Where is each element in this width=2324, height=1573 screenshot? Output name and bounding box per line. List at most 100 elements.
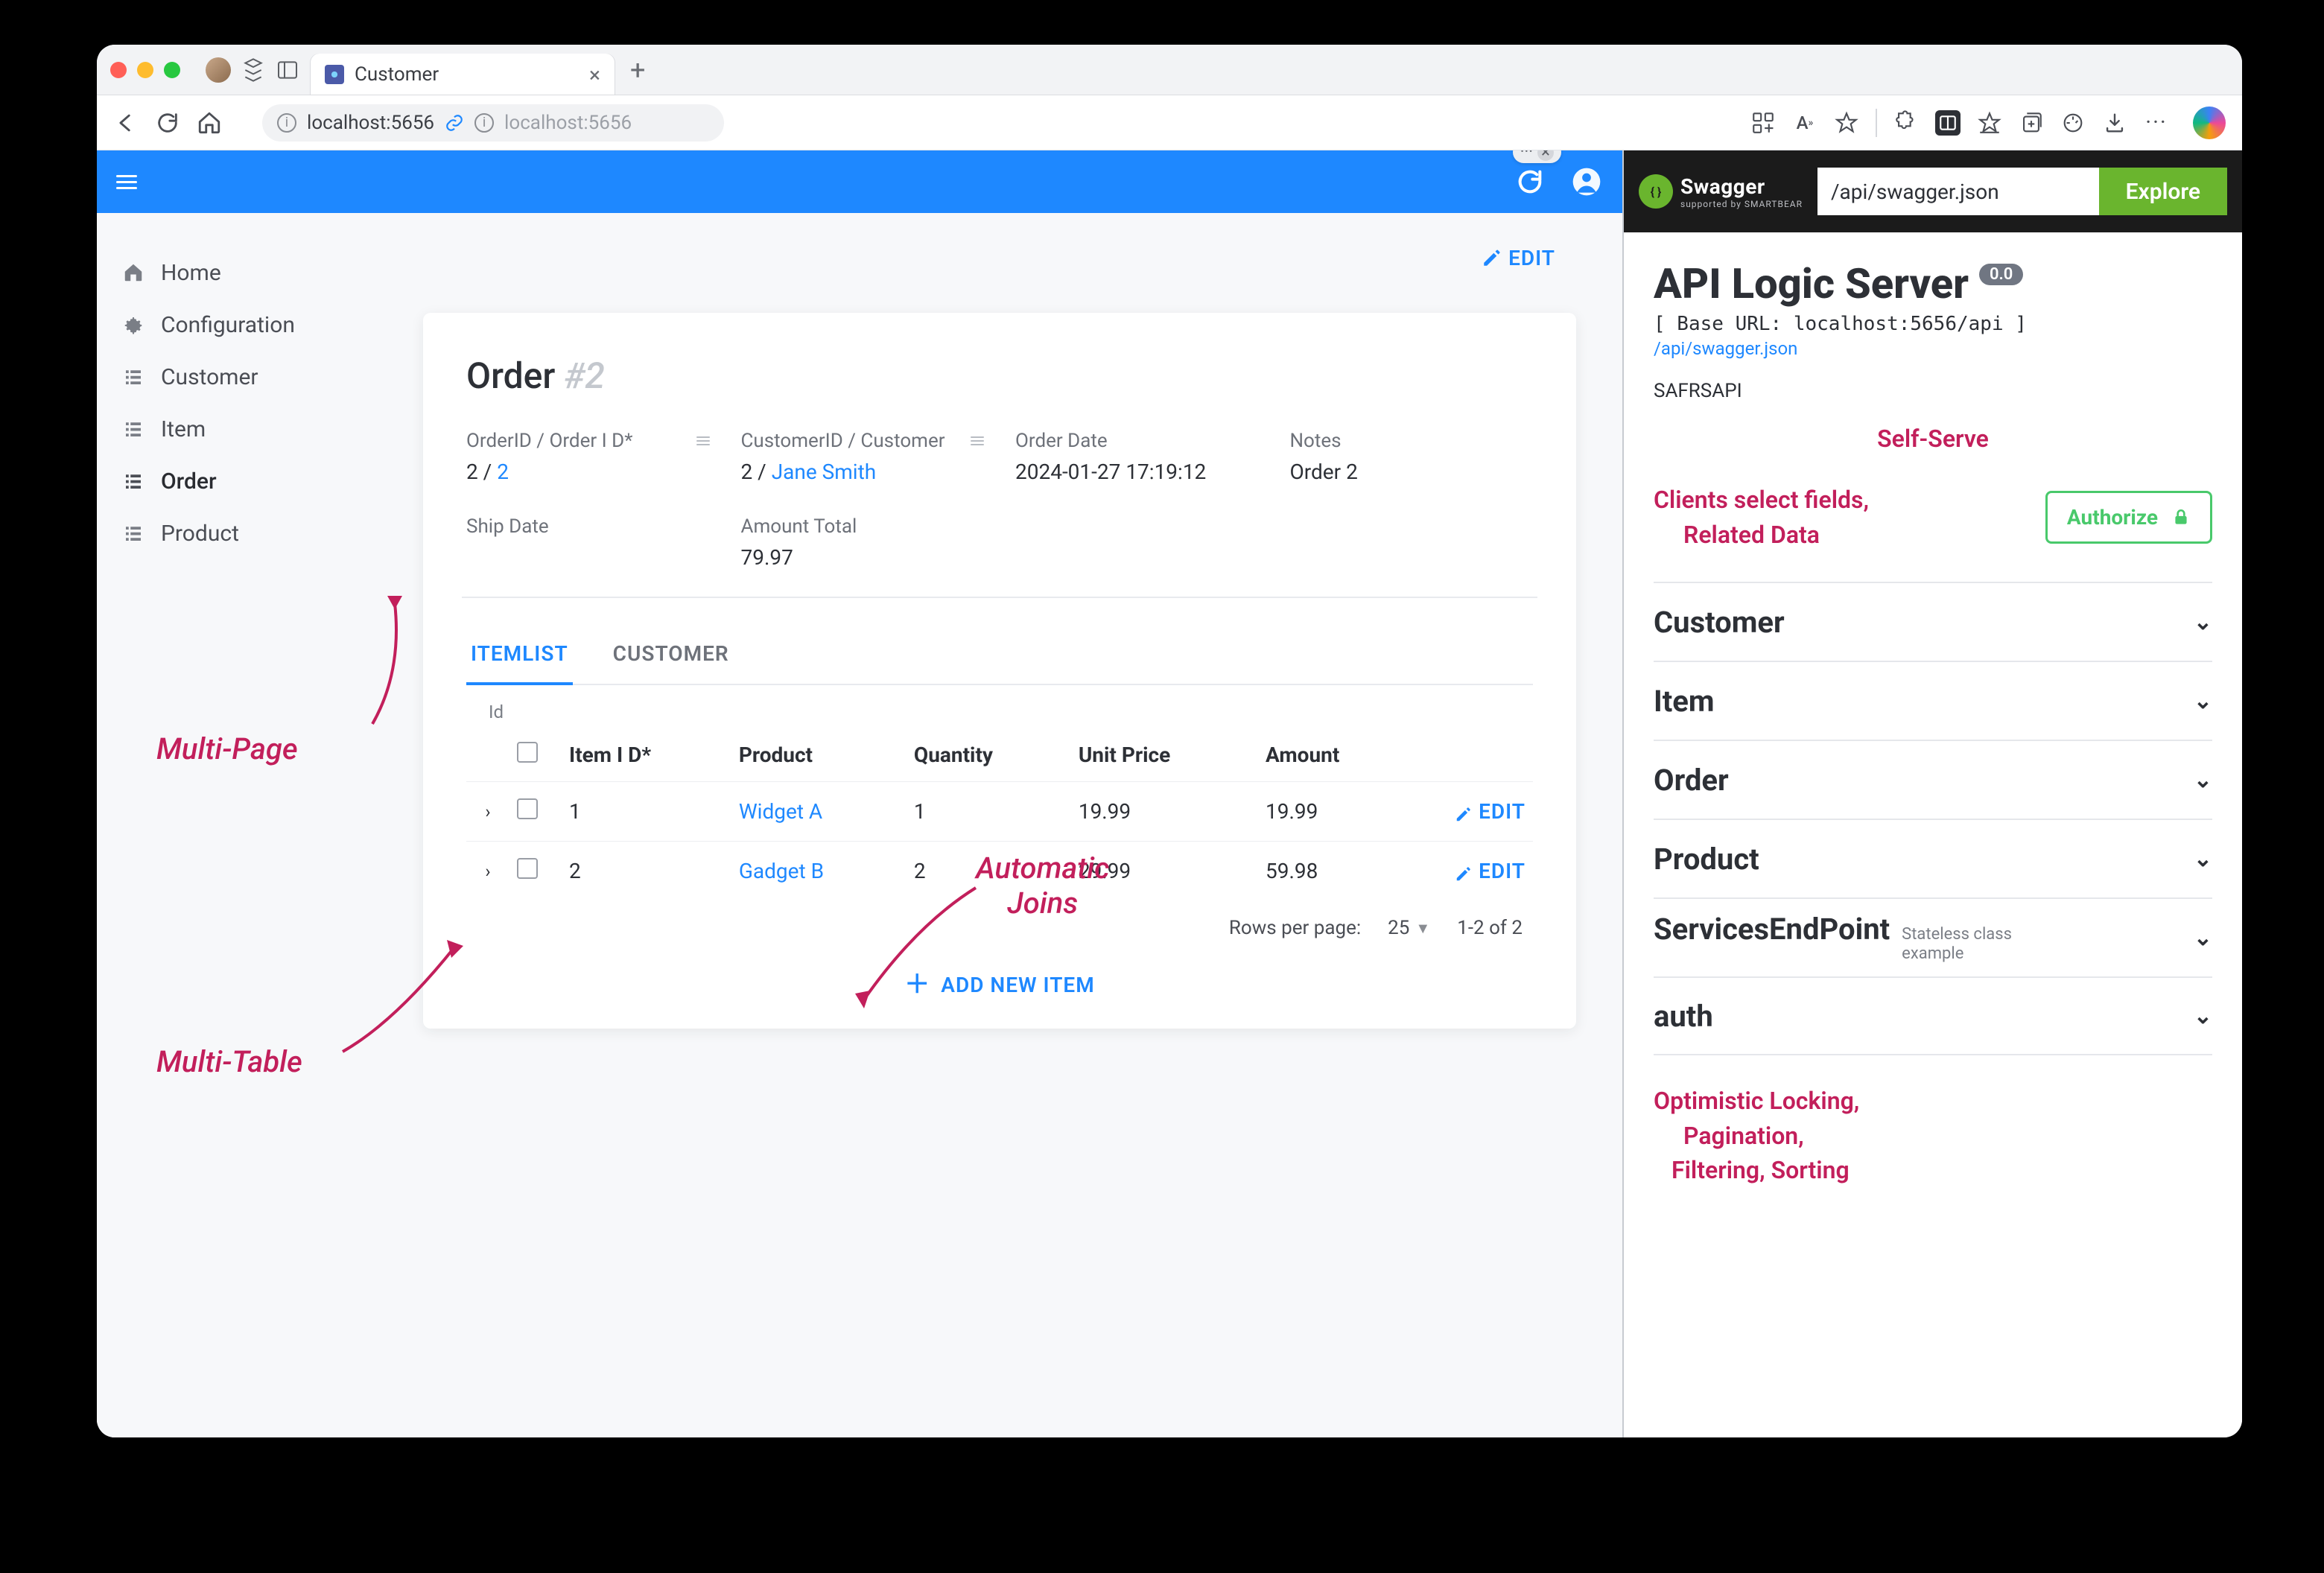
annotation-selfserve: Self-Serve — [1654, 422, 2212, 456]
explore-button[interactable]: Explore — [2099, 168, 2227, 215]
tab-close-icon[interactable]: × — [589, 63, 600, 87]
swagger-auth-row: Clients select fields, Related Data Auth… — [1654, 483, 2212, 552]
address-bar[interactable]: i localhost:5656 i localhost:5656 — [262, 104, 724, 142]
apps-icon[interactable] — [1750, 110, 1776, 136]
reload-button[interactable] — [155, 110, 180, 136]
close-window[interactable] — [110, 62, 127, 78]
hamburger-icon[interactable] — [116, 175, 137, 189]
swagger-json-link[interactable]: /api/swagger.json — [1654, 338, 1797, 359]
row-edit-button[interactable]: EDIT — [1421, 859, 1525, 883]
field-menu-icon[interactable] — [971, 436, 984, 445]
col-checkbox — [509, 728, 562, 782]
row-edit-button[interactable]: EDIT — [1421, 799, 1525, 824]
table-row: › 1 Widget A 1 19.99 19.99 EDIT — [466, 782, 1533, 842]
collections-icon[interactable] — [2019, 110, 2044, 136]
col-unitprice[interactable]: Unit Price — [1071, 728, 1258, 782]
col-itemid[interactable]: Item I D* — [562, 728, 731, 782]
field-label: Order Date — [1015, 430, 1108, 452]
col-qty[interactable]: Quantity — [907, 728, 1071, 782]
field-orderdate: Order Date 2024-01-27 17:19:12 — [1015, 430, 1259, 484]
read-aloud-icon[interactable]: A» — [1792, 110, 1817, 136]
field-value: 79.97 — [741, 545, 985, 570]
site-info-icon[interactable]: i — [277, 113, 296, 133]
minimize-window[interactable] — [137, 62, 153, 78]
performance-icon[interactable] — [2060, 110, 2086, 136]
field-value: 2 / 2 — [466, 460, 710, 484]
row-checkbox[interactable] — [517, 798, 538, 819]
chevron-down-icon: ⌄ — [2194, 609, 2212, 635]
field-amounttotal: Amount Total 79.97 — [741, 515, 985, 570]
downloads-icon[interactable] — [2102, 110, 2127, 136]
row-checkbox[interactable] — [517, 858, 538, 879]
col-product[interactable]: Product — [731, 728, 907, 782]
customer-link[interactable]: Jane Smith — [772, 460, 877, 484]
list-icon — [122, 366, 145, 388]
sidebar-item-home[interactable]: Home — [122, 250, 392, 295]
field-grid: OrderID / Order I D* 2 / 2 CustomerID / … — [466, 430, 1533, 570]
title-text: Order — [466, 355, 555, 397]
swagger-section-order[interactable]: Order⌄ — [1654, 740, 2212, 819]
field-orderid: OrderID / Order I D* 2 / 2 — [466, 430, 710, 484]
workspaces-icon[interactable] — [241, 58, 265, 82]
swagger-badge-icon: { } — [1639, 174, 1673, 209]
sidebar-item-configuration[interactable]: Configuration — [122, 302, 392, 347]
home-button[interactable] — [197, 110, 222, 136]
product-link[interactable]: Gadget B — [739, 859, 824, 883]
split-screen-icon[interactable] — [1935, 110, 1961, 136]
pencil-icon — [1455, 804, 1471, 820]
swagger-url-input[interactable]: /api/swagger.json — [1817, 168, 2099, 215]
orderid-link[interactable]: 2 — [497, 460, 509, 484]
swagger-section-item[interactable]: Item⌄ — [1654, 661, 2212, 740]
cell-unitprice: 19.99 — [1071, 782, 1258, 842]
list-icon — [122, 522, 145, 544]
sidebar-toggle-icon[interactable] — [276, 58, 299, 82]
site-info-icon-2[interactable]: i — [474, 113, 494, 133]
sidebar-item-item[interactable]: Item — [122, 407, 392, 451]
maximize-window[interactable] — [164, 62, 180, 78]
sidebar-item-order[interactable]: Order — [122, 459, 392, 503]
browser-tab[interactable]: Customer × — [310, 54, 615, 95]
overflow-chip[interactable]: ··· × — [1513, 150, 1561, 163]
table-subhead: Id — [489, 702, 1533, 722]
refresh-icon[interactable] — [1515, 167, 1545, 197]
expand-row-icon[interactable]: › — [466, 782, 509, 842]
edit-button-top[interactable]: EDIT — [1482, 246, 1555, 270]
field-customerid: CustomerID / Customer 2 / Jane Smith — [741, 430, 985, 484]
edit-label: EDIT — [1508, 246, 1555, 270]
titlebar: Customer × + — [97, 45, 2242, 95]
swagger-section-servicesendpoint[interactable]: ServicesEndPointStateless class example⌄ — [1654, 897, 2212, 976]
account-icon[interactable] — [1570, 165, 1603, 198]
extensions-icon[interactable] — [1893, 110, 1919, 136]
expand-row-icon[interactable]: › — [466, 842, 509, 901]
browser-window: Customer × + i localhost:5656 i localhos… — [97, 45, 2242, 1437]
sidebar-item-customer[interactable]: Customer — [122, 355, 392, 399]
new-tab-button[interactable]: + — [626, 54, 650, 86]
more-menu-icon[interactable]: ··· — [2144, 110, 2169, 136]
rows-per-page-select[interactable]: 25▼ — [1388, 917, 1430, 939]
favorite-icon[interactable] — [1834, 110, 1859, 136]
address-secondary: localhost:5656 — [504, 112, 632, 134]
tab-customer[interactable]: CUSTOMER — [609, 628, 734, 684]
swagger-logo-sub: supported by SMARTBEAR — [1680, 199, 1803, 209]
gear-icon — [122, 314, 145, 336]
items-table: Item I D* Product Quantity Unit Price Am… — [466, 728, 1533, 900]
authorize-button[interactable]: Authorize — [2045, 491, 2212, 544]
swagger-section-auth[interactable]: auth⌄ — [1654, 976, 2212, 1055]
product-link[interactable]: Widget A — [739, 799, 822, 824]
field-label: Ship Date — [466, 515, 549, 538]
add-new-item-button[interactable]: ＋ ADD NEW ITEM — [466, 945, 1533, 1006]
browser-toolbar: i localhost:5656 i localhost:5656 A» ··· — [97, 95, 2242, 150]
pencil-icon — [1455, 863, 1471, 880]
favorites-bar-icon[interactable] — [1977, 110, 2002, 136]
swagger-section-customer[interactable]: Customer⌄ — [1654, 582, 2212, 661]
swagger-section-product[interactable]: Product⌄ — [1654, 819, 2212, 897]
profile-avatar[interactable] — [206, 57, 231, 83]
field-menu-icon[interactable] — [696, 436, 710, 445]
copilot-icon[interactable] — [2193, 107, 2226, 139]
sidebar-item-product[interactable]: Product — [122, 511, 392, 556]
back-button[interactable] — [113, 110, 139, 136]
select-all-checkbox[interactable] — [517, 742, 538, 763]
tab-itemlist[interactable]: ITEMLIST — [466, 628, 573, 685]
field-value: Order 2 — [1290, 460, 1534, 484]
col-amount[interactable]: Amount — [1258, 728, 1414, 782]
